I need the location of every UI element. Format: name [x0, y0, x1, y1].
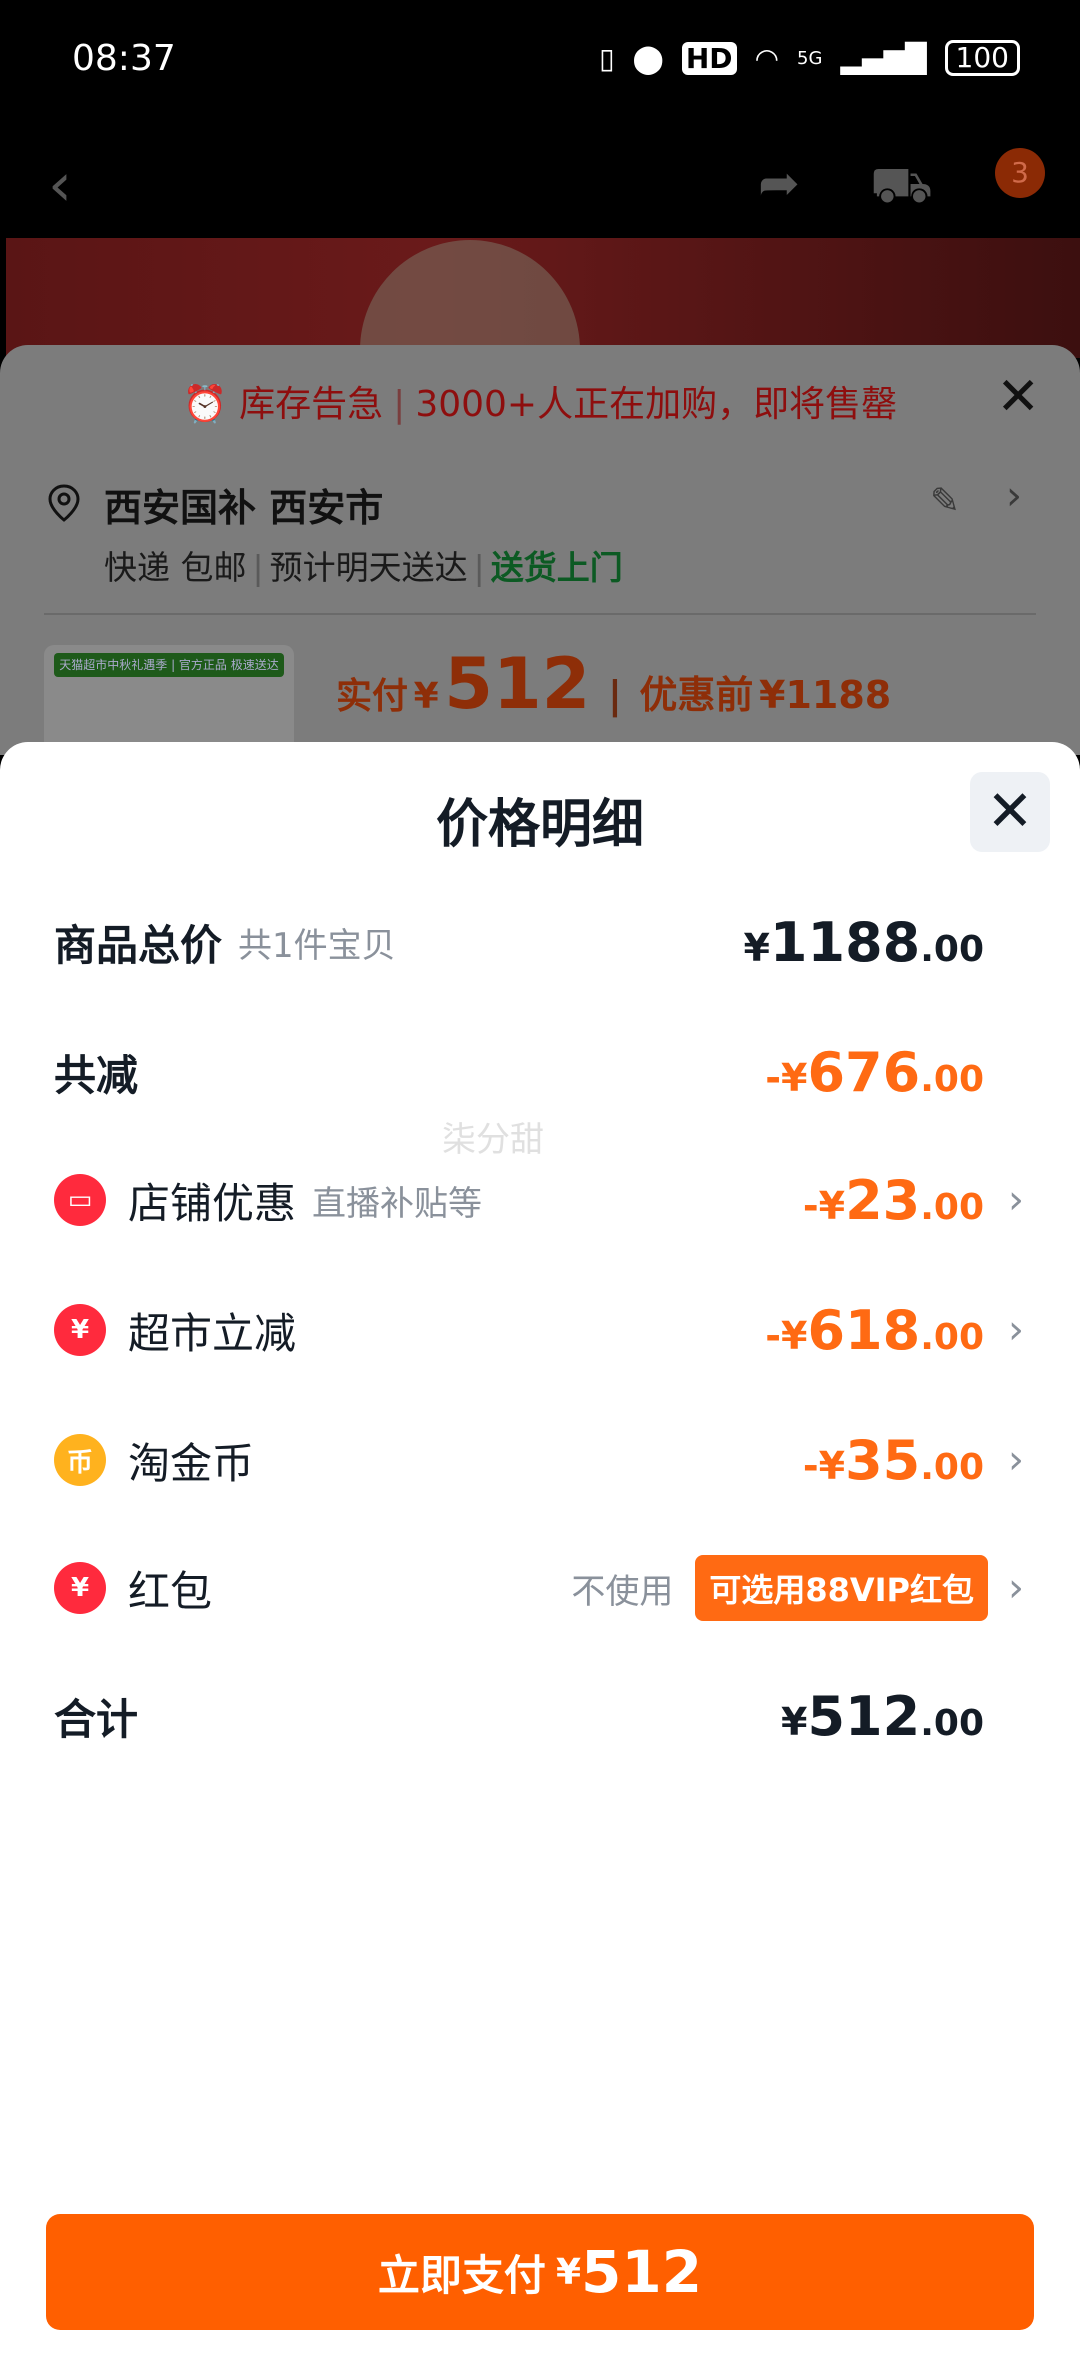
- pay-now-button[interactable]: 立即支付 ¥ 512: [46, 2214, 1034, 2330]
- delivery-method: 快递 包邮: [104, 548, 247, 587]
- pay-yen: ¥: [555, 2251, 581, 2293]
- market-amount: -¥ 618 .00: [765, 1299, 984, 1362]
- pre-label: 优惠前: [639, 673, 754, 717]
- sum-yen: ¥: [781, 1699, 808, 1744]
- market-int: 618: [807, 1298, 921, 1362]
- shop-yen: -¥: [802, 1183, 846, 1228]
- coin-dec: .00: [920, 1446, 984, 1488]
- sheet-title: 价格明细: [435, 795, 644, 855]
- chevron-right-icon[interactable]: ›: [1006, 473, 1022, 519]
- address-title[interactable]: 西安国补 西安市: [104, 477, 383, 532]
- sum-dec: .00: [920, 1702, 984, 1744]
- pre-amount: ¥1188: [759, 673, 892, 717]
- coin-label: 淘金币: [128, 1438, 255, 1488]
- pay-label: 立即支付: [377, 2250, 546, 2300]
- chevron-right-icon: ›: [1008, 1437, 1024, 1483]
- sum-amount: ¥ 512 .00: [781, 1685, 984, 1748]
- discount-label: 共减: [54, 1050, 139, 1100]
- gold-coin-icon: 币: [54, 1434, 106, 1486]
- row-shop-discount[interactable]: ▭ 店铺优惠 直播补贴等 -¥ 23 .00 ›: [54, 1160, 1080, 1240]
- status-time: 08:37: [72, 38, 176, 79]
- pay-amount: 512: [581, 2238, 703, 2306]
- row-discount-total: 共减 -¥ 676 .00: [54, 1032, 1080, 1112]
- stock-alert: ⏰ 库存告急 | 3000+人正在加购，即将售罄: [182, 384, 898, 425]
- row-sum: 合计 ¥ 512 .00: [54, 1676, 1080, 1756]
- coin-int: 35: [845, 1428, 921, 1492]
- close-icon: ✕: [986, 779, 1034, 844]
- product-navbar: ‹ ➦ ⛟: [0, 130, 1080, 240]
- sum-int: 512: [807, 1684, 921, 1748]
- total-dec: .00: [920, 928, 984, 970]
- paid-yen: ¥: [413, 676, 439, 717]
- total-sub: 共1件宝贝: [238, 925, 396, 966]
- close-icon[interactable]: ✕: [996, 367, 1040, 427]
- location-icon: ⬤: [632, 41, 664, 75]
- thumbnail-tag: 天猫超市中秋礼遇季 | 官方正品 极速送达: [54, 653, 284, 677]
- total-amount: ¥ 1188 .00: [743, 911, 984, 974]
- watermark: 柒分甜: [442, 1120, 544, 1160]
- row-market-discount[interactable]: ¥ 超市立减 -¥ 618 .00 ›: [54, 1290, 1080, 1370]
- divider: [44, 613, 1036, 615]
- shop-int: 23: [845, 1168, 921, 1232]
- shop-dec: .00: [920, 1186, 984, 1228]
- market-yen: -¥: [765, 1313, 808, 1358]
- chevron-right-icon: ›: [1008, 1177, 1024, 1223]
- vibrate-icon: ▯: [599, 41, 615, 75]
- shop-label: 店铺优惠: [128, 1178, 297, 1228]
- discount-int: 676: [807, 1040, 921, 1104]
- alarm-icon: ⏰: [182, 384, 228, 425]
- vip-redpacket-badge[interactable]: 可选用88VIP红包: [695, 1555, 988, 1621]
- cart-badge: 3: [995, 148, 1045, 198]
- shop-icon: ▭: [54, 1174, 106, 1226]
- back-icon[interactable]: ‹: [48, 150, 72, 220]
- location-pin-icon: [48, 484, 80, 522]
- delivery-info: 快递 包邮 | 预计明天送达 | 送货上门: [104, 548, 623, 587]
- sku-sheet-dimmed: ⏰ 库存告急 | 3000+人正在加购，即将售罄 ✕ 西安国补 西安市 快递 包邮 |…: [0, 345, 1080, 805]
- cart-icon[interactable]: ⛟: [870, 156, 933, 221]
- redpacket-options: 不使用 可选用88VIP红包: [571, 1555, 988, 1621]
- red-packet-icon: ¥: [54, 1562, 106, 1614]
- sum-label: 合计: [54, 1694, 139, 1744]
- market-label: 超市立减: [128, 1308, 297, 1358]
- paid-amount: 512: [444, 643, 591, 725]
- edit-icon[interactable]: ✎: [930, 481, 960, 522]
- total-yen: ¥: [743, 925, 770, 970]
- row-total-price: 商品总价 共1件宝贝 ¥ 1188 .00: [54, 902, 1080, 982]
- battery-icon: 100: [944, 40, 1020, 76]
- network-label: 5G: [797, 47, 823, 69]
- chevron-right-icon: ›: [1008, 1565, 1024, 1611]
- market-dec: .00: [920, 1316, 984, 1358]
- delivery-eta: 预计明天送达: [269, 548, 468, 587]
- yuan-coupon-icon: ¥: [54, 1304, 106, 1356]
- total-label: 商品总价: [54, 920, 223, 970]
- paid-price: 实付 ¥ 512 | 优惠前 ¥1188: [336, 643, 892, 725]
- coin-yen: -¥: [802, 1443, 846, 1488]
- stock-alert-text: 3000+人正在加购，即将售罄: [415, 384, 898, 425]
- chevron-right-icon: ›: [1008, 1307, 1024, 1353]
- discount-yen: -¥: [765, 1055, 808, 1100]
- share-icon[interactable]: ➦: [758, 154, 800, 212]
- status-icons: ▯ ⬤ HD ◠ 5G ▂▄▆█ 100: [599, 40, 1020, 76]
- shop-sub: 直播补贴等: [312, 1183, 483, 1224]
- coin-amount: -¥ 35 .00: [803, 1429, 984, 1492]
- wifi-icon: ◠: [754, 41, 779, 75]
- close-button[interactable]: ✕: [970, 772, 1050, 852]
- redpacket-label: 红包: [128, 1566, 213, 1616]
- shop-amount: -¥ 23 .00: [803, 1169, 984, 1232]
- price-detail-sheet: 价格明细 ✕ 柒分甜 商品总价 共1件宝贝 ¥ 1188 .00 共减 -¥ 6…: [0, 742, 1080, 2376]
- stock-alert-prefix: 库存告急: [239, 384, 384, 425]
- signal-icon: ▂▄▆█: [840, 41, 927, 75]
- redpacket-no-use[interactable]: 不使用: [571, 1564, 673, 1613]
- paid-label: 实付: [336, 676, 409, 717]
- row-red-packet[interactable]: ¥ 红包 不使用 可选用88VIP红包 ›: [54, 1548, 1080, 1628]
- delivery-door: 送货上门: [490, 548, 623, 587]
- total-int: 1188: [769, 910, 921, 974]
- hd-icon: HD: [681, 41, 737, 75]
- status-bar: 08:37 ▯ ⬤ HD ◠ 5G ▂▄▆█ 100: [0, 0, 1080, 130]
- discount-dec: .00: [920, 1058, 984, 1100]
- row-coin-discount[interactable]: 币 淘金币 -¥ 35 .00 ›: [54, 1420, 1080, 1500]
- discount-amount: -¥ 676 .00: [765, 1041, 984, 1104]
